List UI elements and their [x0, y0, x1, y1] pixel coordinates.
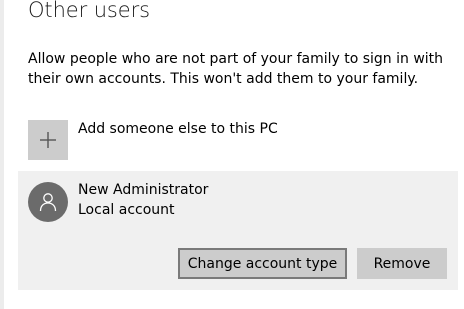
add-someone-else-button[interactable]: Add someone else to this PC [28, 120, 278, 160]
add-someone-else-label[interactable]: Add someone else to this PC [78, 121, 278, 137]
right-edge [458, 0, 464, 309]
user-account-type: Local account [78, 202, 175, 218]
avatar [28, 182, 68, 222]
add-user-tile[interactable] [28, 120, 68, 160]
remove-button[interactable]: Remove [357, 248, 447, 279]
other-users-settings-page: Other users Allow people who are not par… [0, 0, 464, 309]
change-account-type-button[interactable]: Change account type [178, 248, 347, 279]
user-name: New Administrator [78, 182, 209, 198]
section-title: Other users [28, 0, 150, 22]
person-icon [39, 193, 57, 212]
left-divider [0, 0, 4, 309]
plus-icon [40, 132, 56, 148]
user-account-panel[interactable]: New Administrator Local account Change a… [18, 171, 458, 290]
section-description: Allow people who are not part of your fa… [28, 51, 444, 87]
